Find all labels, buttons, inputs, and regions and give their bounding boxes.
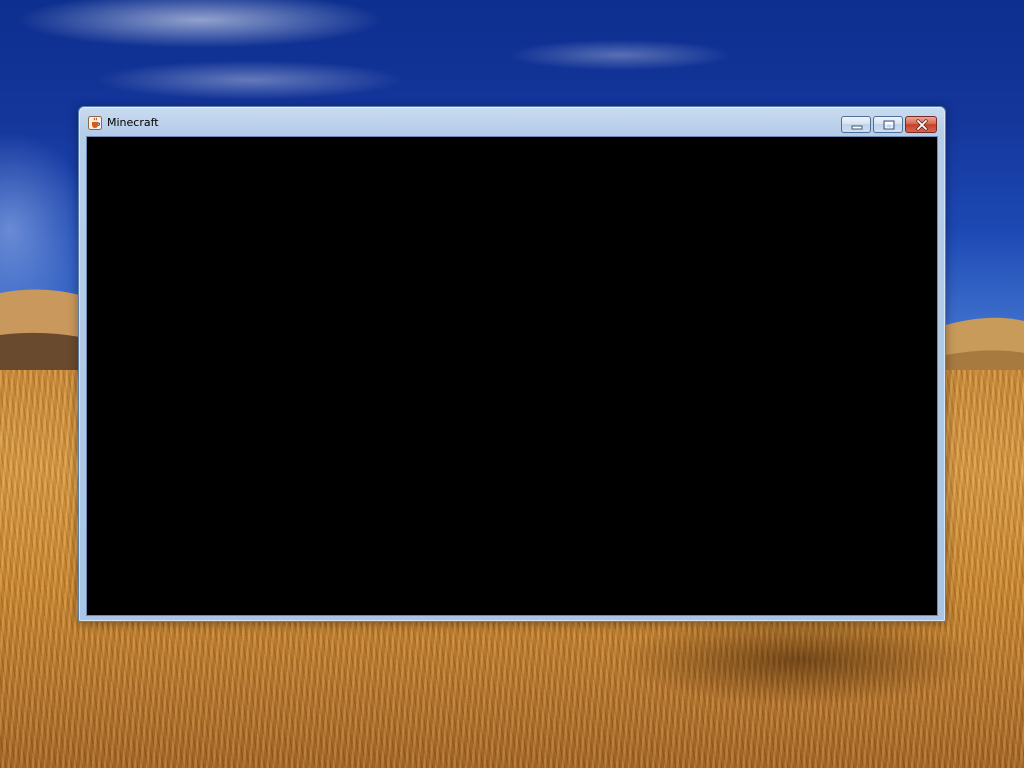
game-canvas[interactable] bbox=[86, 136, 938, 616]
minimize-icon bbox=[851, 125, 863, 130]
wallpaper-hay-shadow bbox=[560, 610, 1024, 720]
window-titlebar[interactable]: Minecraft bbox=[79, 107, 945, 135]
maximize-button[interactable] bbox=[873, 116, 903, 133]
window-title: Minecraft bbox=[107, 116, 159, 129]
close-icon bbox=[916, 119, 928, 131]
maximize-icon bbox=[883, 120, 895, 130]
desktop: Minecraft bbox=[0, 0, 1024, 768]
minimize-button[interactable] bbox=[841, 116, 871, 133]
java-cup-icon[interactable] bbox=[88, 115, 102, 130]
close-button[interactable] bbox=[905, 116, 937, 133]
minecraft-window[interactable]: Minecraft bbox=[78, 106, 946, 622]
